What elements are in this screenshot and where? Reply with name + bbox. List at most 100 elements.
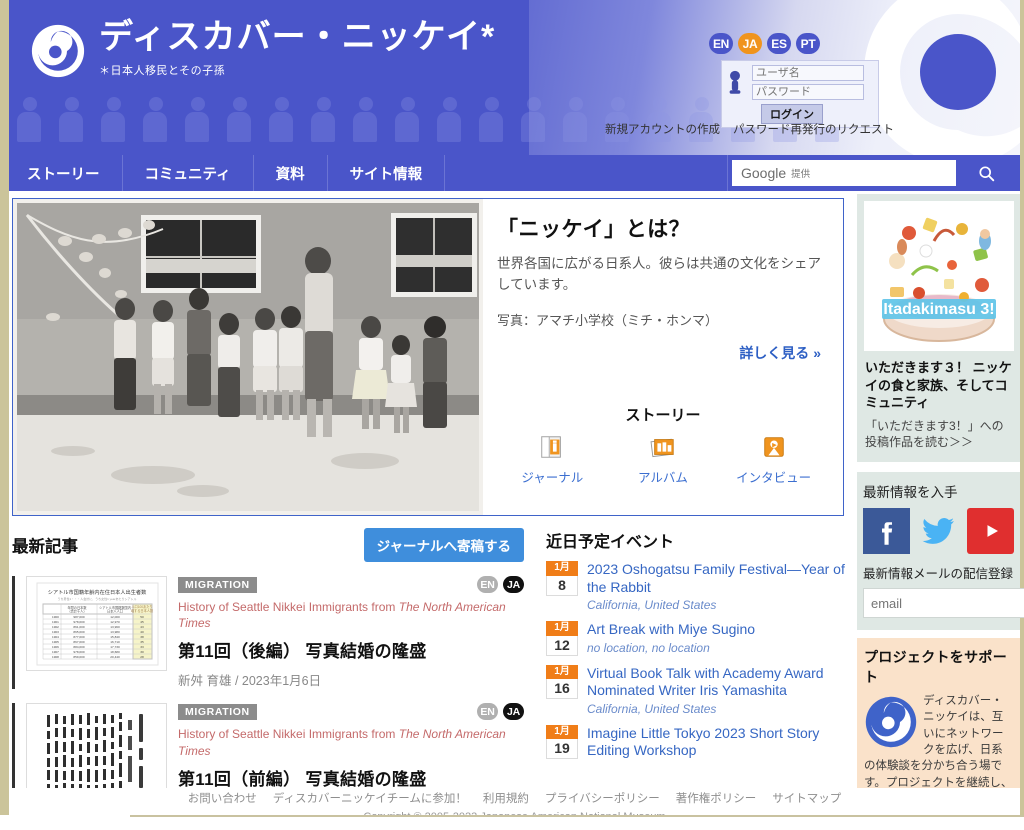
site-logo[interactable]: ディスカバー・ニッケイ* ＊日本人移民とその子孫 <box>31 20 495 78</box>
event-title[interactable]: Imagine Little Tokyo 2023 Short Story Ed… <box>587 725 857 760</box>
promo-image[interactable]: Itadakimasu 3! <box>864 201 1014 351</box>
nav-item-resources[interactable]: 資料 <box>254 155 328 191</box>
event-location: California, United States <box>587 702 857 716</box>
search-icon[interactable] <box>956 165 1016 182</box>
event-item[interactable]: 1月 19 Imagine Little Tokyo 2023 Short St… <box>546 725 857 762</box>
svg-text:978,000: 978,000 <box>73 650 84 654</box>
password-input[interactable] <box>752 84 864 100</box>
lang-pt[interactable]: PT <box>796 33 820 54</box>
twitter-icon[interactable] <box>915 508 962 554</box>
svg-text:1908: 1908 <box>52 655 59 659</box>
svg-text:17,730: 17,730 <box>110 645 120 649</box>
event-date: 1月 8 <box>546 561 578 612</box>
article-tag[interactable]: MIGRATION <box>178 704 257 720</box>
search-brand: Google <box>741 165 786 181</box>
footer-link-terms[interactable]: 利用規約 <box>483 790 529 806</box>
username-input[interactable] <box>752 65 864 81</box>
article-tag-row: MIGRATION EN JA <box>178 703 524 720</box>
event-month: 1月 <box>546 725 578 740</box>
event-body: 2023 Oshogatsu Family Festival—Year of t… <box>587 561 857 612</box>
event-title[interactable]: 2023 Oshogatsu Family Festival—Year of t… <box>587 561 857 596</box>
nav-item-stories[interactable]: ストーリー <box>9 155 123 191</box>
event-month: 1月 <box>546 665 578 680</box>
event-item[interactable]: 1月 16 Virtual Book Talk with Academy Awa… <box>546 665 857 716</box>
svg-text:43: 43 <box>140 625 144 629</box>
lang-en[interactable]: EN <box>709 33 733 54</box>
svg-text:1906: 1906 <box>52 645 59 649</box>
svg-text:18,680: 18,680 <box>110 650 120 654</box>
footer-link-contact[interactable]: お問い合わせ <box>188 790 257 806</box>
nav-item-site-info[interactable]: サイト情報 <box>328 155 446 191</box>
svg-text:増する日本人数: 増する日本人数 <box>131 608 154 613</box>
interview-icon <box>724 432 824 462</box>
badge-ja[interactable]: JA <box>503 576 524 593</box>
article-series[interactable]: History of Seattle Nikkei Immigrants fro… <box>178 726 524 758</box>
footer-link-copyright-policy[interactable]: 著作権ポリシー <box>676 790 757 806</box>
article-meta: 新舛 育雄 / 2023年1月6日 <box>178 670 524 689</box>
event-title[interactable]: Virtual Book Talk with Academy Award Nom… <box>587 665 857 700</box>
svg-text:1901: 1901 <box>52 620 59 624</box>
article-series-prefix: History of Seattle Nikkei Immigrants fro… <box>178 727 399 741</box>
promo-title[interactable]: いただきます３！ ニッケイの食と家族、そしてコミュニティ <box>863 359 1014 412</box>
latest-articles: 最新記事 ジャーナルへ寄稿する シアトル市国籍年齢内在住日本人出生者数 うち男性… <box>12 528 524 817</box>
svg-text:978,000: 978,000 <box>73 620 84 624</box>
event-month: 1月 <box>546 561 578 576</box>
lang-es[interactable]: ES <box>767 33 791 54</box>
events-heading: 近日予定イベント <box>546 528 857 552</box>
article-tag[interactable]: MIGRATION <box>178 577 257 593</box>
event-item[interactable]: 1月 12 Art Break with Miye Sugino no loca… <box>546 621 857 656</box>
article-language-badges: EN JA <box>477 576 524 593</box>
page-root: ディスカバー・ニッケイ* ＊日本人移民とその子孫 EN JA ES PT ログイ… <box>0 0 1024 830</box>
svg-text:859,000: 859,000 <box>73 655 84 659</box>
hero-more-link[interactable]: 詳しく見る » <box>497 343 827 363</box>
spiral-logo-icon <box>31 24 85 78</box>
badge-en[interactable]: EN <box>477 576 498 593</box>
event-location: California, United States <box>587 598 857 612</box>
page-bottom-edge <box>0 815 1024 830</box>
create-account-link[interactable]: 新規アカウントの作成 <box>605 121 720 137</box>
article-series-prefix: History of Seattle Nikkei Immigrants fro… <box>178 600 399 614</box>
event-day: 8 <box>546 576 578 596</box>
badge-ja[interactable]: JA <box>503 703 524 720</box>
email-input[interactable] <box>863 588 1024 618</box>
article-thumbnail[interactable] <box>26 703 167 798</box>
event-body: Virtual Book Talk with Academy Award Nom… <box>587 665 857 716</box>
footer-link-privacy[interactable]: プライバシーポリシー <box>545 790 660 806</box>
footer-link-join-team[interactable]: ディスカバーニッケイチームに参加！ <box>273 790 467 806</box>
badge-en[interactable]: EN <box>477 703 498 720</box>
youtube-icon[interactable] <box>967 508 1014 554</box>
svg-text:50: 50 <box>140 615 144 619</box>
facebook-icon[interactable] <box>863 508 910 554</box>
article-title[interactable]: 第11回（後編） 写真結婚の隆盛 <box>178 637 524 662</box>
promo-link[interactable]: 「いただきます3！」への投稿作品を読む＞＞ <box>863 418 1014 450</box>
language-switcher[interactable]: EN JA ES PT <box>709 33 820 54</box>
svg-text:15,840: 15,840 <box>110 635 120 639</box>
story-item-album[interactable]: アルバム <box>613 432 713 486</box>
story-label-journal: ジャーナル <box>502 467 602 486</box>
footer-link-sitemap[interactable]: サイトマップ <box>772 790 841 806</box>
nav-item-community[interactable]: コミュニティ <box>123 155 254 191</box>
article-title[interactable]: 第11回（前編） 写真結婚の隆盛 <box>178 765 524 790</box>
contribute-button[interactable]: ジャーナルへ寄稿する <box>364 528 524 562</box>
article-row[interactable]: シアトル市国籍年齢内在住日本人出生者数 うち男性1・・・人会計に、うち女性1 y… <box>12 576 524 689</box>
album-icon <box>613 432 713 462</box>
reset-password-link[interactable]: パスワード再発行のリクエスト <box>733 121 894 137</box>
event-location: no location, no location <box>587 641 857 655</box>
site-header: ディスカバー・ニッケイ* ＊日本人移民とその子孫 EN JA ES PT ログイ… <box>9 0 1020 155</box>
event-title[interactable]: Art Break with Miye Sugino <box>587 621 857 639</box>
svg-text:30: 30 <box>140 650 144 654</box>
event-item[interactable]: 1月 8 2023 Oshogatsu Family Festival—Year… <box>546 561 857 612</box>
article-body: MIGRATION EN JA History of Seattle Nikke… <box>178 576 524 689</box>
event-body: Imagine Little Tokyo 2023 Short Story Ed… <box>587 725 857 762</box>
svg-text:12,970: 12,970 <box>110 620 120 624</box>
story-item-interview[interactable]: インタビュー <box>724 432 824 486</box>
article-series[interactable]: History of Seattle Nikkei Immigrants fro… <box>178 599 524 631</box>
svg-text:1907: 1907 <box>52 650 59 654</box>
story-item-journal[interactable]: ジャーナル <box>502 432 602 486</box>
svg-text:（合計千人）: （合計千人） <box>67 609 86 614</box>
search-input[interactable]: Google 提供 <box>732 160 956 186</box>
event-day: 19 <box>546 739 578 759</box>
article-thumbnail[interactable]: シアトル市国籍年齢内在住日本人出生者数 うち男性1・・・人会計に、うち女性1 y… <box>26 576 167 671</box>
svg-text:33: 33 <box>140 645 144 649</box>
lang-ja[interactable]: JA <box>738 33 762 54</box>
